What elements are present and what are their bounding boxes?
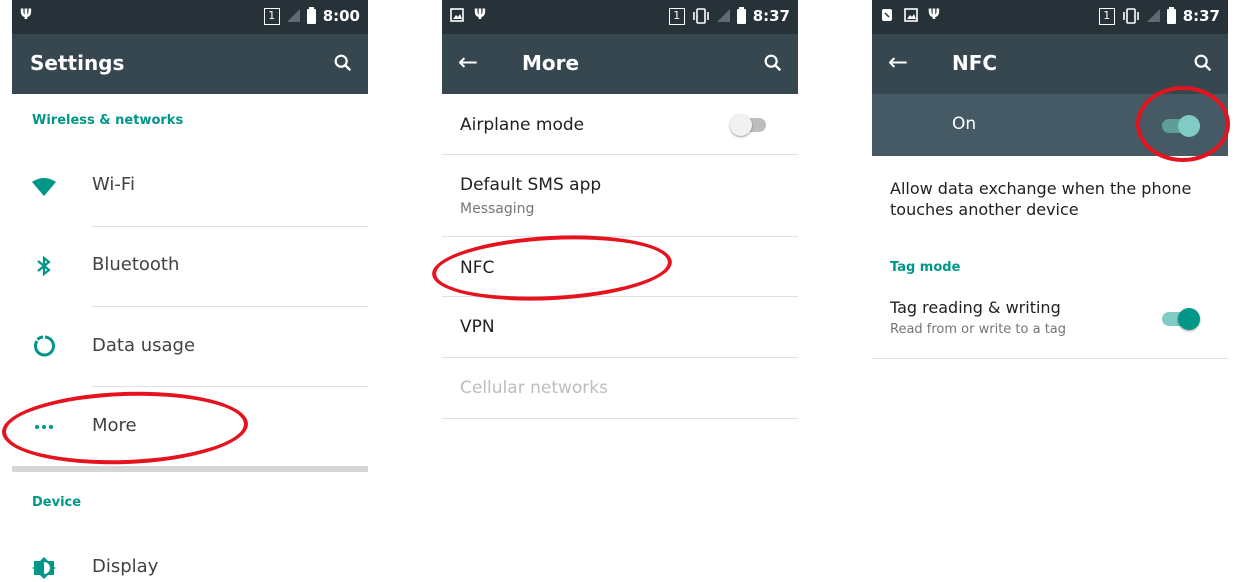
usb-icon: Ψ (20, 7, 32, 23)
back-arrow-icon[interactable]: ← (888, 48, 908, 76)
clock: 8:37 (752, 7, 790, 25)
settings-screen: Ψ 1 8:00 Settings Wireless & networks Wi… (12, 0, 368, 582)
menu-item-label: Cellular networks (460, 378, 608, 398)
menu-item-cellular-networks: Cellular networks (442, 358, 798, 418)
settings-item-label: Wi-Fi (92, 174, 135, 195)
more-dots-icon (35, 425, 53, 429)
clock: 8:00 (322, 7, 360, 25)
battery-icon (736, 6, 746, 24)
no-signal-icon (716, 8, 730, 22)
menu-item-vpn[interactable]: VPN (442, 297, 798, 357)
settings-item-bluetooth[interactable]: Bluetooth (12, 226, 368, 306)
data-usage-icon (34, 335, 55, 357)
menu-item-nfc[interactable]: NFC (442, 237, 798, 296)
settings-item-more[interactable]: More (12, 386, 368, 466)
no-signal-icon (1146, 8, 1160, 22)
airplane-mode-toggle[interactable] (730, 113, 770, 136)
image-notification-icon (450, 8, 464, 22)
image-notification-icon (904, 8, 918, 22)
menu-item-default-sms-app[interactable]: Default SMS app Messaging (442, 155, 798, 237)
settings-item-label: Data usage (92, 335, 196, 356)
divider (872, 358, 1228, 359)
settings-item-wifi[interactable]: Wi-Fi (12, 146, 368, 226)
vibrate-icon (1122, 8, 1139, 24)
clock: 8:37 (1182, 7, 1220, 25)
vibrate-icon (692, 8, 709, 24)
setting-item-label: Tag reading & writing (890, 298, 1061, 317)
menu-item-label: NFC (460, 258, 495, 278)
section-header-tag-mode: Tag mode (890, 260, 961, 275)
settings-item-display[interactable]: Display (12, 530, 368, 582)
menu-item-label: VPN (460, 317, 495, 337)
usb-icon: Ψ (928, 7, 940, 23)
display-brightness-icon (32, 557, 56, 579)
app-bar: ← More (442, 34, 798, 94)
settings-item-label: Display (92, 556, 159, 577)
search-icon[interactable] (762, 52, 784, 74)
bluetooth-icon (37, 255, 51, 277)
section-header-wireless: Wireless & networks (32, 113, 184, 128)
search-icon[interactable] (332, 52, 354, 74)
more-screen: Ψ 1 8:37 ← More Airplane mode Default SM… (442, 0, 798, 582)
battery-icon (1166, 6, 1176, 24)
sim-indicator: 1 (668, 7, 685, 25)
menu-item-label: Airplane mode (460, 115, 585, 135)
menu-item-label: Default SMS app (460, 175, 602, 195)
nfc-description: Allow data exchange when the phone touch… (890, 179, 1192, 219)
sim-indicator: 1 (1098, 7, 1115, 25)
wifi-icon (32, 178, 56, 196)
nfc-master-switch-bar[interactable]: On (872, 94, 1228, 156)
app-bar: Settings (12, 34, 368, 94)
page-title: More (522, 51, 580, 75)
status-bar: Ψ 1 8:37 (442, 0, 798, 34)
no-signal-icon (286, 8, 300, 22)
sim-indicator: 1 (263, 7, 280, 25)
menu-item-airplane-mode[interactable]: Airplane mode (442, 94, 798, 154)
setting-item-summary: Read from or write to a tag (890, 322, 1067, 337)
menu-item-summary: Messaging (460, 201, 535, 217)
section-header-device: Device (32, 495, 82, 510)
status-bar: Ψ 1 8:00 (12, 0, 368, 34)
nfc-screen: Ψ 1 8:37 ← NFC On Allow data exchange wh… (872, 0, 1228, 582)
app-bar: ← NFC (872, 34, 1228, 94)
settings-item-data-usage[interactable]: Data usage (12, 306, 368, 386)
status-bar: Ψ 1 8:37 (872, 0, 1228, 34)
settings-item-label: More (92, 415, 137, 436)
setting-item-tag-reading-writing[interactable]: Tag reading & writing Read from or write… (872, 290, 1228, 358)
master-switch-label: On (952, 114, 977, 134)
usb-icon: Ψ (474, 7, 486, 23)
page-title: Settings (30, 51, 125, 75)
battery-charging-icon (306, 6, 316, 24)
section-divider (12, 466, 368, 472)
divider (442, 418, 798, 419)
search-icon[interactable] (1192, 52, 1214, 74)
page-title: NFC (952, 51, 998, 75)
back-arrow-icon[interactable]: ← (458, 48, 478, 76)
settings-item-label: Bluetooth (92, 254, 180, 275)
nfc-notification-icon (882, 9, 892, 21)
nfc-toggle[interactable] (1160, 114, 1200, 137)
tag-reading-writing-toggle[interactable] (1160, 307, 1200, 330)
